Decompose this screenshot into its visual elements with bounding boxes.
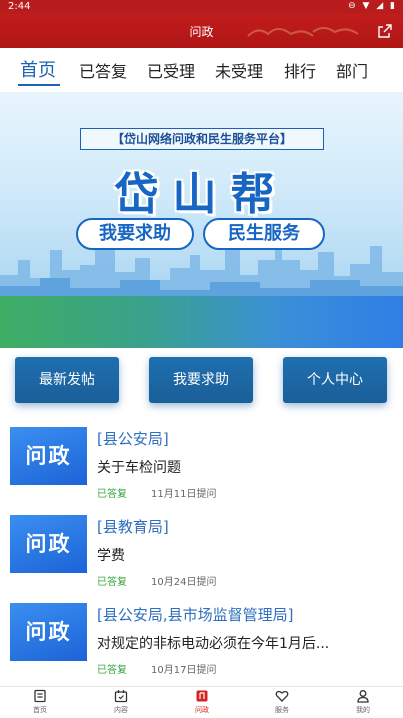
bottom-navigation: 首页 内容 问政 服务 我的 xyxy=(0,686,403,718)
tab-not-accepted[interactable]: 未受理 xyxy=(215,58,263,82)
department-label: [县公安局] xyxy=(97,430,169,448)
wenzheng-thumbnail: 问政 xyxy=(10,603,87,661)
heart-icon xyxy=(275,690,289,702)
nav-content[interactable]: 内容 xyxy=(91,689,151,715)
post-date: 11月11日提问 xyxy=(151,489,217,500)
active-tab-indicator xyxy=(18,84,60,86)
nav-wenzheng[interactable]: 问政 xyxy=(172,689,232,715)
tab-ranking[interactable]: 排行 xyxy=(284,58,316,82)
post-date: 10月17日提问 xyxy=(151,665,217,676)
tab-accepted[interactable]: 已受理 xyxy=(147,58,195,82)
banner-title: 岱山帮 xyxy=(114,169,289,220)
banner-help-badge: 我要求助 xyxy=(76,218,194,250)
nav-content-label: 内容 xyxy=(114,706,128,714)
nav-home-label: 首页 xyxy=(33,706,47,714)
department-label: [县教育局] xyxy=(97,518,169,536)
nav-service-label: 服务 xyxy=(275,706,289,714)
status-label: 已答复 xyxy=(97,577,127,588)
post-date: 10月24日提问 xyxy=(151,577,217,588)
city-skyline-graphic xyxy=(0,232,403,300)
status-icons: ⊖ ▼ ◢ ▮ xyxy=(348,1,397,11)
post-subject: 对规定的非标电动必须在今年1月后... xyxy=(97,636,330,652)
list-item[interactable]: 问政 [县公安局] 关于车检问题 已答复 11月11日提问 xyxy=(0,423,403,511)
nav-profile-label: 我的 xyxy=(356,706,370,714)
request-help-button[interactable]: 我要求助 xyxy=(149,357,253,403)
latest-posts-button[interactable]: 最新发帖 xyxy=(15,357,119,403)
list-item[interactable]: 问政 [县公安局,县市场监督管理局] 对规定的非标电动必须在今年1月后... 已… xyxy=(0,599,403,687)
banner-ground xyxy=(0,296,403,348)
personal-center-button[interactable]: 个人中心 xyxy=(283,357,387,403)
department-label: [县公安局,县市场监督管理局] xyxy=(97,606,294,624)
nav-profile[interactable]: 我的 xyxy=(333,689,393,715)
page-title: 问政 xyxy=(189,25,214,39)
status-bar: 2:44 ⊖ ▼ ◢ ▮ xyxy=(0,0,403,14)
status-time: 2:44 xyxy=(8,1,31,12)
wenzheng-thumbnail: 问政 xyxy=(10,427,87,485)
post-subject: 关于车检问题 xyxy=(97,460,181,476)
document-icon xyxy=(34,689,46,703)
tab-answered[interactable]: 已答复 xyxy=(79,58,127,82)
post-subject: 学费 xyxy=(97,548,125,564)
tab-departments[interactable]: 部门 xyxy=(336,58,368,82)
external-link-icon[interactable] xyxy=(377,23,393,39)
user-icon xyxy=(357,690,369,703)
nav-home[interactable]: 首页 xyxy=(10,689,70,715)
status-label: 已答复 xyxy=(97,489,127,500)
promo-banner[interactable]: 【岱山网络问政和民生服务平台】 岱山帮 我要求助 民生服务 xyxy=(0,92,403,348)
nav-wenzheng-label: 问政 xyxy=(195,706,209,714)
category-tabs: 首页 已答复 已受理 未受理 排行 部门 xyxy=(0,48,403,92)
tab-home[interactable]: 首页 xyxy=(20,56,56,82)
banner-service-badge: 民生服务 xyxy=(203,218,325,250)
wenzheng-thumbnail: 问政 xyxy=(10,515,87,573)
status-label: 已答复 xyxy=(97,665,127,676)
banner-subtitle: 【岱山网络问政和民生服务平台】 xyxy=(80,128,324,150)
list-item[interactable]: 问政 [县教育局] 学费 已答复 10月24日提问 xyxy=(0,511,403,599)
app-header: 问政 xyxy=(0,14,403,48)
wenzheng-icon xyxy=(196,690,208,702)
nav-service[interactable]: 服务 xyxy=(252,689,312,715)
calendar-icon xyxy=(114,690,128,703)
